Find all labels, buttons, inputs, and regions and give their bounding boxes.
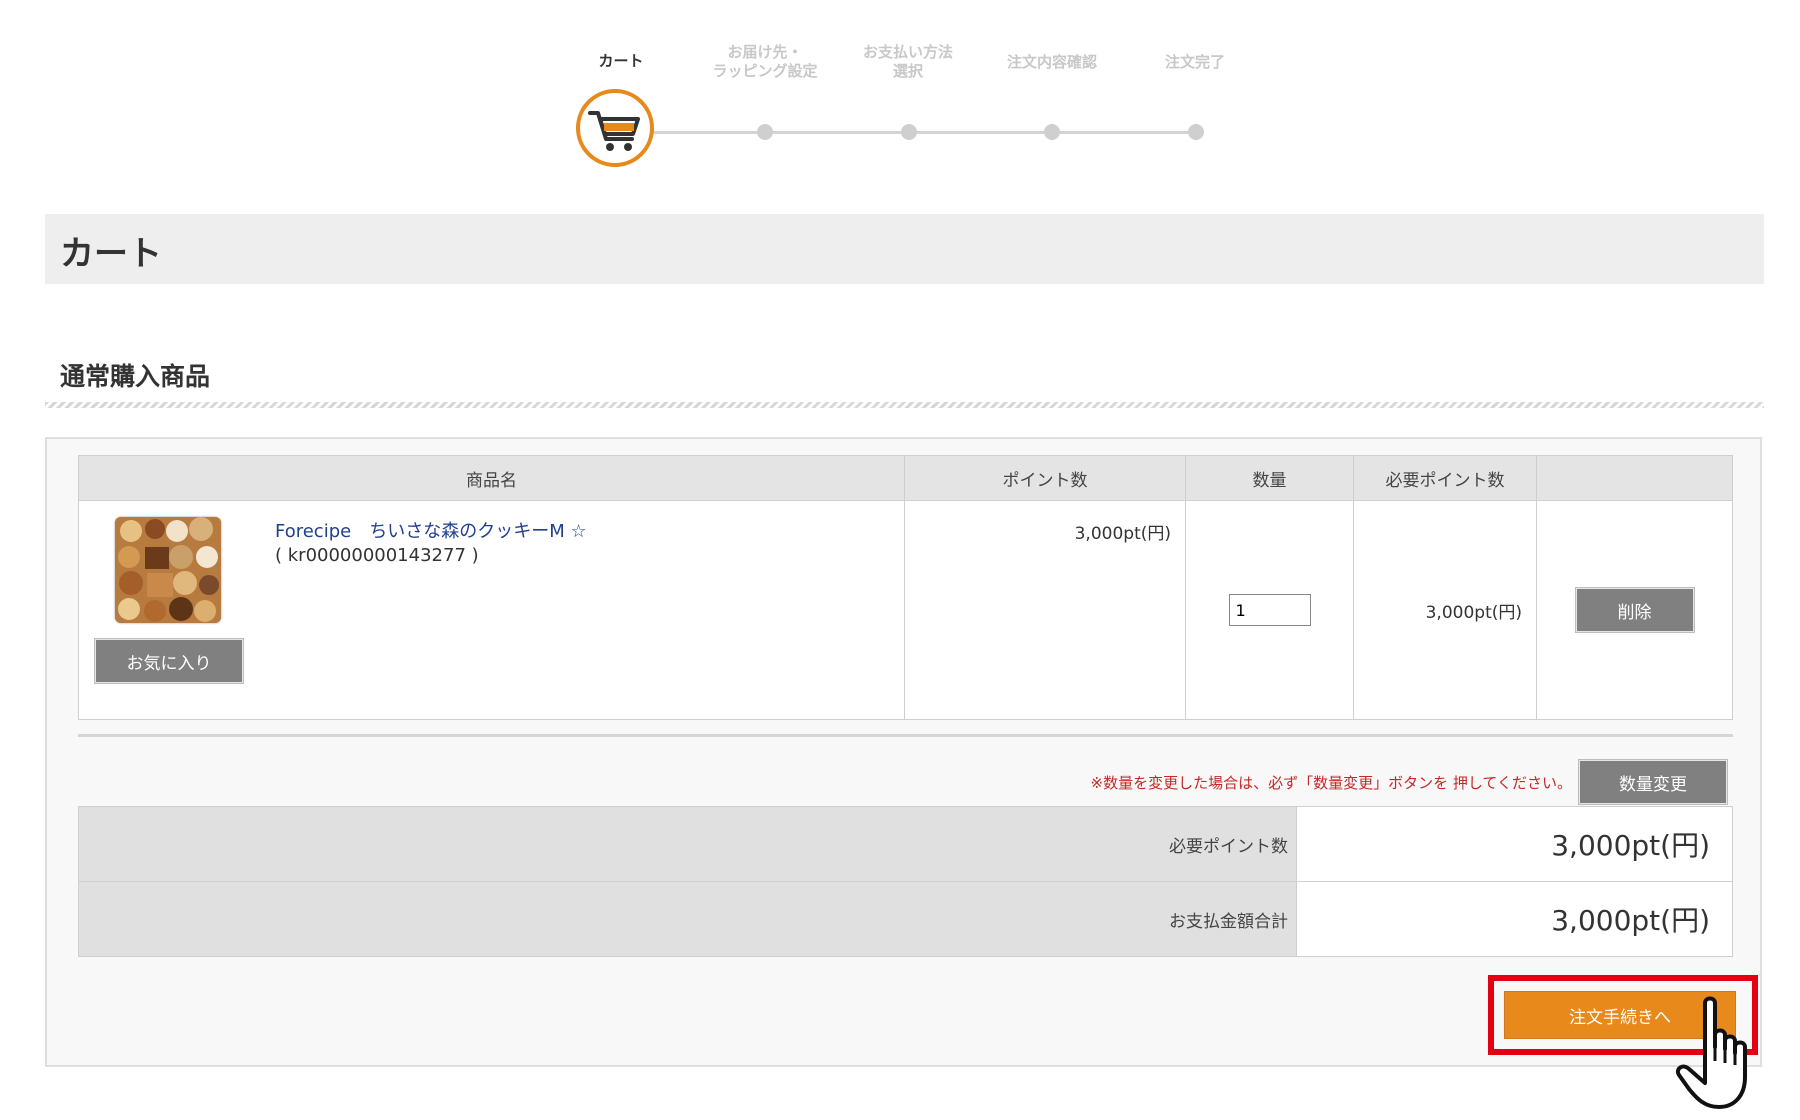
payment-total-label: お支払金額合計 — [78, 881, 1297, 957]
step-payment-label: お支払い方法 選択 — [862, 43, 953, 80]
product-name-link[interactable]: Forecipe ちいさな森のクッキーM ☆ — [275, 517, 587, 543]
product-code: ( kr00000000143277 ) — [275, 545, 479, 566]
step-progress-line — [650, 131, 1190, 134]
header-product-name: 商品名 — [78, 455, 905, 501]
header-points: ポイント数 — [904, 455, 1186, 501]
cart-icon — [588, 111, 640, 151]
items-divider — [78, 734, 1733, 737]
favorite-button[interactable]: お気に入り — [94, 638, 244, 684]
step-dot-confirm — [1044, 124, 1060, 140]
quantity-cell — [1185, 500, 1354, 720]
required-points-cell: 3,000pt(円) — [1353, 500, 1537, 720]
totals-row: お支払金額合計 3,000pt(円) — [78, 881, 1733, 957]
quantity-change-button[interactable]: 数量変更 — [1578, 759, 1728, 805]
quantity-input[interactable] — [1228, 594, 1311, 626]
delete-button[interactable]: 削除 — [1574, 587, 1695, 633]
product-cell: お気に入り Forecipe ちいさな森のクッキーM ☆ ( kr0000000… — [78, 500, 905, 720]
cookie-image-icon — [115, 517, 221, 623]
actions-cell: 削除 — [1536, 500, 1733, 720]
section-title: 通常購入商品 — [60, 362, 211, 391]
header-required-points: 必要ポイント数 — [1353, 455, 1537, 501]
page-header: カート — [45, 214, 1764, 284]
required-points-total-value: 3,000pt(円) — [1296, 806, 1733, 882]
section-divider — [45, 402, 1764, 408]
table-row: お気に入り Forecipe ちいさな森のクッキーM ☆ ( kr0000000… — [78, 500, 1733, 720]
cart-panel: 商品名 ポイント数 数量 必要ポイント数 お気に入り Forecipe ちいさな… — [45, 437, 1762, 1067]
payment-total-value: 3,000pt(円) — [1296, 881, 1733, 957]
header-actions — [1536, 455, 1733, 501]
product-image[interactable] — [115, 517, 221, 623]
cart-items-table: 商品名 ポイント数 数量 必要ポイント数 お気に入り Forecipe ちいさな… — [78, 455, 1733, 720]
header-quantity: 数量 — [1185, 455, 1354, 501]
checkout-progress: カート お届け先・ ラッピング設定 お支払い方法 選択 注文内容確認 注文完了 — [0, 0, 1800, 190]
step-delivery-label: お届け先・ ラッピング設定 — [712, 43, 818, 80]
step-dot-complete — [1188, 124, 1204, 140]
step-confirm-label: 注文内容確認 — [1006, 53, 1097, 71]
points-cell: 3,000pt(円) — [904, 500, 1186, 720]
table-header-row: 商品名 ポイント数 数量 必要ポイント数 — [78, 455, 1733, 501]
totals-table: 必要ポイント数 3,000pt(円) お支払金額合計 3,000pt(円) — [78, 806, 1733, 957]
page-title: カート — [60, 234, 162, 274]
step-complete-label: 注文完了 — [1164, 53, 1225, 71]
step-cart-label: カート — [598, 52, 644, 70]
totals-row: 必要ポイント数 3,000pt(円) — [78, 806, 1733, 882]
pointer-hand-icon — [1676, 996, 1747, 1109]
step-cart-marker — [576, 89, 654, 167]
step-dot-delivery — [757, 124, 773, 140]
step-dot-payment — [901, 124, 917, 140]
quantity-change-notice: ※数量を変更した場合は、必ず「数量変更」ボタンを 押してください。 — [1090, 774, 1572, 792]
required-points-total-label: 必要ポイント数 — [78, 806, 1297, 882]
